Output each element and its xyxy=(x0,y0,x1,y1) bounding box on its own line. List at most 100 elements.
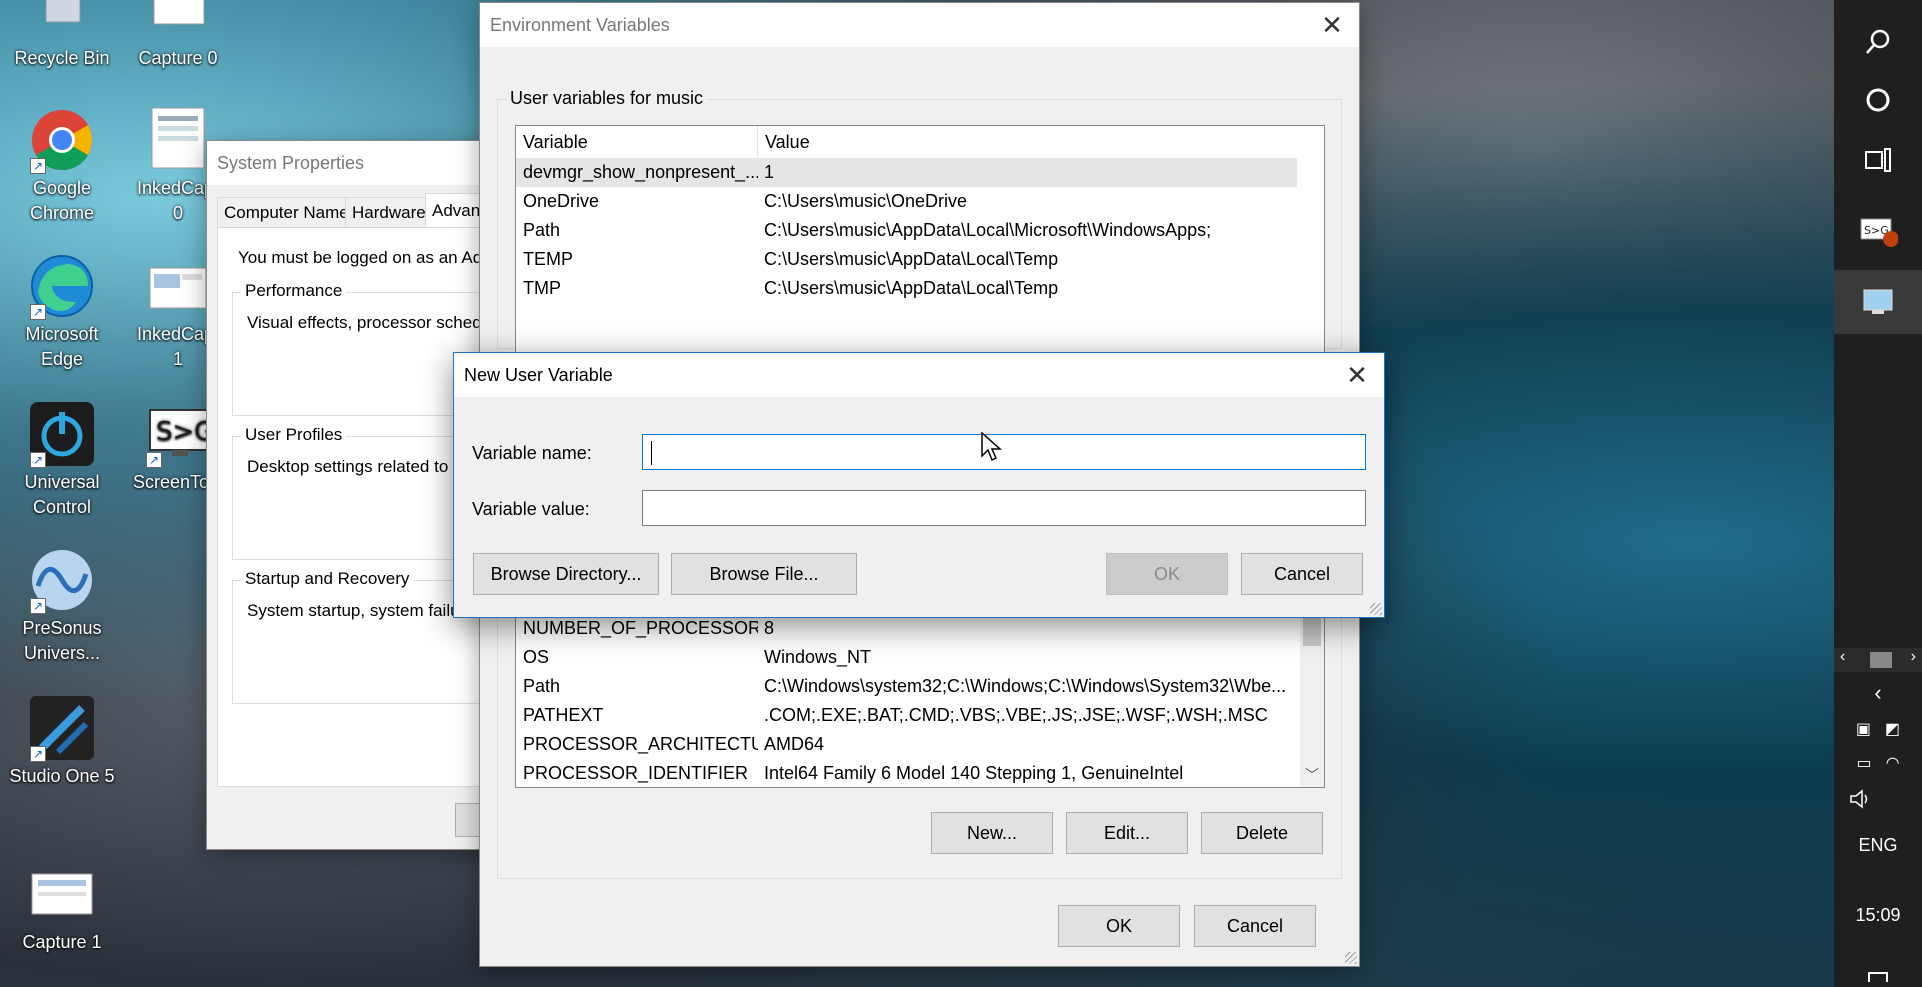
close-icon[interactable]: ✕ xyxy=(1330,353,1384,397)
button-label: Browse Directory... xyxy=(490,563,642,584)
presonus-icon: ↗ xyxy=(28,546,96,614)
desktop-icon-google-chrome[interactable]: ↗ Google Chrome xyxy=(6,106,118,226)
group-description: Desktop settings related to y xyxy=(247,457,462,476)
table-row[interactable]: devmgr_show_nonpresent_... 1 xyxy=(516,158,1297,187)
search-icon[interactable] xyxy=(1834,20,1922,64)
dialog-ok-button[interactable]: OK xyxy=(1106,553,1228,595)
input-language-indicator[interactable]: ENG xyxy=(1834,830,1922,860)
dialog-titlebar[interactable]: New User Variable ✕ xyxy=(454,353,1384,397)
tray-icons-row-2: ▭ ◠ xyxy=(1834,748,1922,778)
group-legend: User variables for music xyxy=(506,88,708,109)
variable-name: PATHEXT xyxy=(523,705,604,725)
resize-grip-icon[interactable] xyxy=(1370,603,1382,615)
scrollbar[interactable]: ﹀ xyxy=(1300,614,1324,787)
desktop-icon-capture-1[interactable]: Capture 1 xyxy=(6,860,118,955)
chevron-down-icon[interactable]: ﹀ xyxy=(1303,765,1321,785)
environment-variables-titlebar[interactable]: Environment Variables ✕ xyxy=(480,3,1359,47)
button-label: Delete xyxy=(1235,822,1289,843)
screentogif-icon: S>G ↗ xyxy=(144,400,214,468)
desktop-icon-studio-one[interactable]: ↗ Studio One 5 xyxy=(6,694,118,789)
ok-button[interactable]: OK xyxy=(1058,905,1180,947)
new-system-variable-button[interactable]: New... xyxy=(931,812,1053,854)
action-center-icon[interactable] xyxy=(1834,968,1922,986)
dialog-cancel-button[interactable]: Cancel xyxy=(1241,553,1363,595)
desktop-icon-presonus[interactable]: ↗ PreSonus Univers... xyxy=(6,546,118,666)
chrome-icon: ↗ xyxy=(28,106,96,174)
tab-label: Computer Name xyxy=(224,202,349,222)
battery-icon[interactable]: ▭ xyxy=(1856,753,1871,773)
taskbar: S>G ‹ › ‹ ▣ ◩ ▭ ◠ ENG 15:09 xyxy=(1834,0,1922,987)
wifi-icon[interactable]: ◠ xyxy=(1886,753,1900,773)
table-row[interactable]: Path C:\Windows\system32;C:\Windows;C:\W… xyxy=(516,672,1324,701)
tab-computer-name[interactable]: Computer Name xyxy=(217,197,356,227)
new-user-variable-dialog[interactable]: New User Variable ✕ Variable name: Varia… xyxy=(453,352,1385,618)
table-row[interactable]: PROCESSOR_ARCHITECTURE AMD64 xyxy=(516,730,1324,759)
variable-name-field[interactable] xyxy=(642,434,1366,470)
desktop-icon-microsoft-edge[interactable]: ↗ Microsoft Edge xyxy=(6,252,118,372)
text-caret xyxy=(651,441,652,465)
table-row[interactable]: PROCESSOR_IDENTIFIER Intel64 Family 6 Mo… xyxy=(516,759,1324,787)
chevron-left-icon[interactable]: ‹ xyxy=(1840,648,1845,666)
browse-file-button[interactable]: Browse File... xyxy=(671,553,857,595)
button-label: New... xyxy=(966,822,1018,843)
system-properties-titlebar[interactable]: System Properties xyxy=(207,141,505,185)
desktop-icon-label: Recycle Bin xyxy=(14,48,110,68)
close-icon[interactable]: ✕ xyxy=(1305,3,1359,47)
window-title: Environment Variables xyxy=(490,14,670,35)
variable-value: 8 xyxy=(764,618,775,638)
group-legend: Performance xyxy=(241,281,347,301)
tab-advanced[interactable]: Advan xyxy=(425,193,488,227)
clock[interactable]: 15:09 xyxy=(1834,900,1922,930)
universal-control-icon: ↗ xyxy=(28,400,96,468)
column-header-value[interactable]: Value xyxy=(758,126,1298,158)
tab-hardware[interactable]: Hardware xyxy=(345,197,433,227)
desktop-icon-capture-0[interactable]: Capture 0 xyxy=(122,0,234,71)
desktop-icon-label: Google Chrome xyxy=(29,178,95,223)
desktop-icon-label: Capture 1 xyxy=(22,932,102,952)
dialog-title: New User Variable xyxy=(464,364,613,385)
camera-icon[interactable]: ▣ xyxy=(1856,719,1871,739)
language-label: ENG xyxy=(1858,834,1898,855)
volume-icon[interactable] xyxy=(1834,784,1922,814)
table-row[interactable]: NUMBER_OF_PROCESSORS 8 xyxy=(516,614,1324,643)
variable-value: .COM;.EXE;.BAT;.CMD;.VBS;.VBE;.JS;.JSE;.… xyxy=(764,705,1268,725)
table-row[interactable]: OS Windows_NT xyxy=(516,643,1324,672)
scroll-thumb[interactable] xyxy=(1870,652,1892,668)
variable-name-label: Variable name: xyxy=(472,443,592,463)
browse-directory-button[interactable]: Browse Directory... xyxy=(473,553,659,595)
resize-grip-icon[interactable] xyxy=(1345,952,1357,964)
studio-one-icon: ↗ xyxy=(28,694,96,762)
tray-icons-row-1: ▣ ◩ xyxy=(1834,714,1922,744)
desktop-icon-recycle-bin[interactable]: Recycle Bin xyxy=(6,0,118,71)
user-variables-list[interactable]: Variable Value devmgr_show_nonpresent_..… xyxy=(515,125,1325,355)
screentogif-tray-icon[interactable]: S>G xyxy=(1834,206,1922,256)
system-properties-icon[interactable] xyxy=(1834,270,1922,334)
scrollbar-thumb[interactable] xyxy=(1303,618,1321,646)
cancel-button[interactable]: Cancel xyxy=(1194,905,1316,947)
list-header: Variable Value xyxy=(516,126,1324,158)
desktop-icon-label: PreSonus Univers... xyxy=(22,618,102,663)
desktop-icon-universal-control[interactable]: ↗ Universal Control xyxy=(6,400,118,520)
variable-name: NUMBER_OF_PROCESSORS xyxy=(523,618,758,638)
column-header-variable[interactable]: Variable xyxy=(516,126,758,158)
table-row[interactable]: OneDrive C:\Users\music\OneDrive xyxy=(516,187,1324,216)
show-hidden-icons-icon[interactable]: ‹ xyxy=(1834,680,1922,706)
chevron-right-icon[interactable]: › xyxy=(1911,648,1916,666)
table-row[interactable]: PATHEXT .COM;.EXE;.BAT;.CMD;.VBS;.VBE;.J… xyxy=(516,701,1324,730)
variable-value-field[interactable] xyxy=(642,490,1366,526)
delete-system-variable-button[interactable]: Delete xyxy=(1201,812,1323,854)
variable-name: OS xyxy=(523,647,550,667)
system-variables-list[interactable]: NUMBER_OF_PROCESSORS 8 OS Windows_NT Pat… xyxy=(515,613,1325,788)
edit-system-variable-button[interactable]: Edit... xyxy=(1066,812,1188,854)
variable-name: Path xyxy=(523,220,561,240)
admin-note: You must be logged on as an Adr xyxy=(238,248,488,267)
task-view-icon[interactable] xyxy=(1834,138,1922,182)
screen-capture-icon[interactable]: ◩ xyxy=(1885,719,1900,739)
table-row[interactable]: TMP C:\Users\music\AppData\Local\Temp xyxy=(516,274,1324,303)
table-row[interactable]: Path C:\Users\music\AppData\Local\Micros… xyxy=(516,216,1324,245)
tray-overflow-scroller[interactable]: ‹ › xyxy=(1834,648,1922,672)
table-row[interactable]: TEMP C:\Users\music\AppData\Local\Temp xyxy=(516,245,1324,274)
cortana-icon[interactable] xyxy=(1834,78,1922,122)
desktop-icon-label: Studio One 5 xyxy=(9,766,115,786)
image-file-icon xyxy=(144,252,212,320)
